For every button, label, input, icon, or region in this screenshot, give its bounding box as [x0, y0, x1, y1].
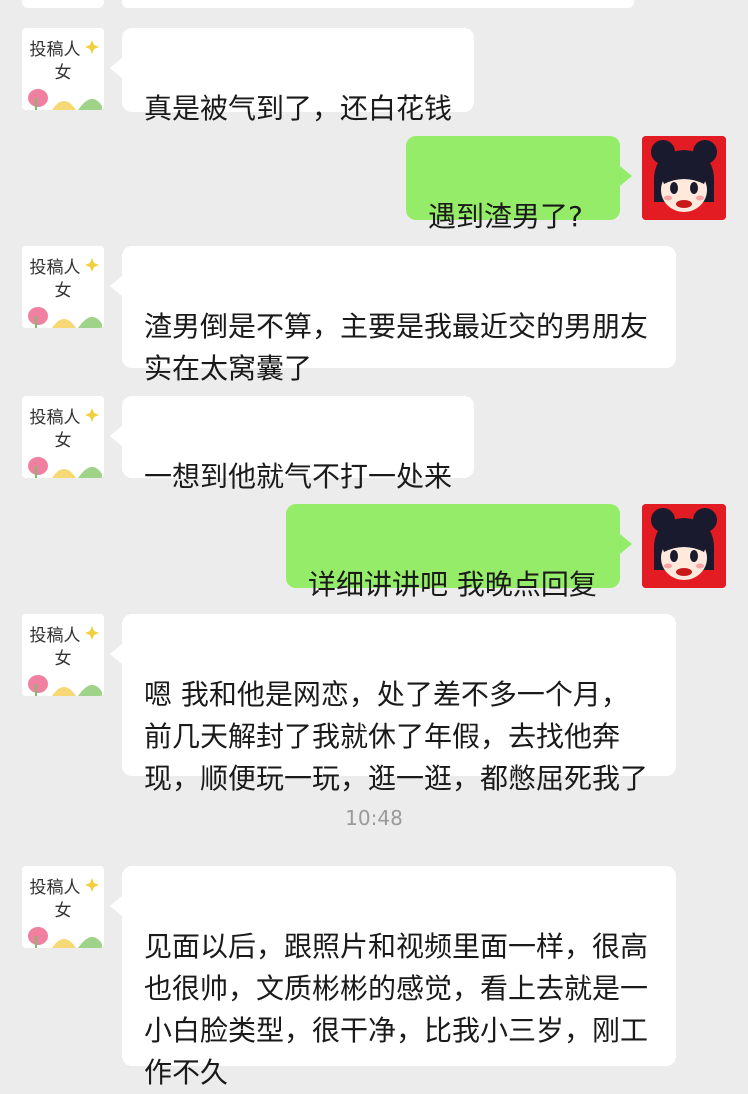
contact-avatar-icon: 投稿人 女 [22, 28, 104, 110]
svg-text:女: 女 [55, 281, 72, 301]
svg-text:投稿人: 投稿人 [30, 40, 81, 60]
message-bubble-outgoing[interactable]: 遇到渣男了? [406, 136, 632, 233]
contact-avatar-icon: 投稿人 女 [22, 246, 104, 328]
message-bubble-incoming[interactable]: 真是被气到了，还白花钱 [110, 28, 474, 125]
contact-avatar[interactable]: 投稿人 女 [22, 866, 104, 948]
svg-text:女: 女 [55, 901, 72, 921]
cartoon-girl-avatar-icon [642, 504, 726, 588]
contact-avatar-icon: 投稿人 女 [22, 396, 104, 478]
previous-message-stub [122, 0, 634, 8]
my-avatar[interactable] [642, 504, 726, 588]
message-row: 详细讲讲吧 我晚点回复 [0, 504, 748, 601]
svg-text:投稿人: 投稿人 [30, 408, 81, 428]
message-text: 详细讲讲吧 我晚点回复 [308, 568, 597, 601]
svg-text:投稿人: 投稿人 [30, 626, 81, 646]
message-row: 投稿人 女 嗯 我和他是网恋，处了差不多一个月， 前几天解封了我就休了年假，去找… [0, 614, 748, 795]
cartoon-girl-avatar-icon [642, 136, 726, 220]
message-text: 一想到他就气不打一处来 [144, 460, 453, 493]
message-bubble-incoming[interactable]: 渣男倒是不算，主要是我最近交的男朋友 实在太窝囊了 [110, 246, 676, 385]
previous-avatar-stub [22, 0, 104, 8]
message-row: 投稿人 女 渣男倒是不算，主要是我最近交的男朋友 实在太窝囊了 [0, 246, 748, 385]
svg-text:女: 女 [55, 63, 72, 83]
timestamp: 10:48 [345, 806, 403, 830]
contact-avatar[interactable]: 投稿人 女 [22, 246, 104, 328]
svg-text:投稿人: 投稿人 [30, 878, 81, 898]
svg-text:女: 女 [55, 431, 72, 451]
message-text: 嗯 我和他是网恋，处了差不多一个月， 前几天解封了我就休了年假，去找他奔 现，顺… [144, 678, 649, 795]
contact-avatar-icon: 投稿人 女 [22, 866, 104, 948]
contact-avatar[interactable]: 投稿人 女 [22, 614, 104, 696]
message-bubble-incoming[interactable]: 见面以后，跟照片和视频里面一样，很高 也很帅，文质彬彬的感觉，看上去就是一 小白… [110, 866, 676, 1089]
message-text: 渣男倒是不算，主要是我最近交的男朋友 实在太窝囊了 [144, 310, 649, 385]
message-row: 投稿人 女 一想到他就气不打一处来 [0, 396, 748, 493]
contact-avatar[interactable]: 投稿人 女 [22, 28, 104, 110]
message-text: 遇到渣男了? [428, 200, 583, 233]
svg-text:投稿人: 投稿人 [30, 258, 81, 278]
message-bubble-incoming[interactable]: 嗯 我和他是网恋，处了差不多一个月， 前几天解封了我就休了年假，去找他奔 现，顺… [110, 614, 676, 795]
chat-window: 投稿人 女 真是被气到了，还白花钱 遇到渣男了? 投稿人 女 渣男倒是不算，主要… [0, 0, 748, 1089]
contact-avatar-icon: 投稿人 女 [22, 614, 104, 696]
message-row: 投稿人 女 真是被气到了，还白花钱 [0, 28, 748, 125]
svg-text:女: 女 [55, 649, 72, 669]
message-bubble-outgoing[interactable]: 详细讲讲吧 我晚点回复 [286, 504, 632, 601]
message-row: 投稿人 女 见面以后，跟照片和视频里面一样，很高 也很帅，文质彬彬的感觉，看上去… [0, 866, 748, 1089]
my-avatar[interactable] [642, 136, 726, 220]
contact-avatar[interactable]: 投稿人 女 [22, 396, 104, 478]
message-row: 遇到渣男了? [0, 136, 748, 233]
message-bubble-incoming[interactable]: 一想到他就气不打一处来 [110, 396, 474, 493]
message-text: 真是被气到了，还白花钱 [144, 92, 453, 125]
message-text: 见面以后，跟照片和视频里面一样，很高 也很帅，文质彬彬的感觉，看上去就是一 小白… [144, 930, 649, 1089]
